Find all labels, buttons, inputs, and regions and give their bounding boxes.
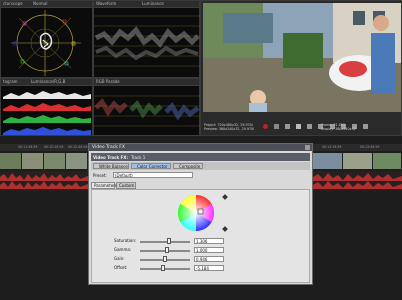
display-label: Display:: [321, 127, 335, 131]
pause-icon[interactable]: [307, 124, 313, 129]
video-track-fx-dialog: Video Track FX Video Track FX: Track 1 W…: [88, 143, 313, 285]
tab-color-corrector[interactable]: Color Corrector: [131, 163, 171, 169]
timecode-left-3: 00:12:49:29: [68, 145, 88, 149]
param-value: 1.000: [196, 248, 208, 253]
video-preview-panel: Project: 720x480x32, 29.970i Preview: 36…: [200, 0, 402, 136]
next-frame-icon[interactable]: [362, 124, 368, 129]
video-thumbnail: [313, 153, 343, 169]
timecode-right-1: 00:13:19:29: [322, 145, 342, 149]
tab-parameters[interactable]: Parameters: [91, 182, 117, 189]
fx-tab-label: Color Corrector: [137, 164, 168, 169]
play-from-start-icon[interactable]: [285, 124, 291, 129]
slider-thumb[interactable]: [167, 238, 171, 244]
fx-chain-bar: Video Track FX: Track 1: [91, 153, 310, 161]
vectorscope-label: ctorscope: [3, 1, 23, 6]
param-row-offset: Offset: -5.184: [92, 264, 311, 272]
histogram-panel: togram Luminance/R,G,B: [0, 78, 93, 136]
fx-track-label: Video Track FX:: [93, 155, 128, 160]
histogram-header: togram Luminance/R,G,B: [1, 79, 92, 86]
video-thumbnail: [44, 153, 66, 169]
video-thumbnail: [22, 153, 44, 169]
loop-icon[interactable]: [274, 124, 280, 129]
slider-thumb[interactable]: [165, 247, 169, 253]
timecode-right-2: 00:13:49:29: [360, 145, 380, 149]
param-value: -5.184: [196, 266, 209, 271]
tab-custom[interactable]: Custom: [116, 182, 136, 189]
fx-tabs: White Balance Color Corrector Composite: [91, 162, 310, 170]
slider-thumb[interactable]: [163, 256, 167, 262]
param-value: 1.306: [196, 239, 208, 244]
param-row-gain: Gain: 0.946: [92, 255, 311, 263]
saturation-field[interactable]: 1.306: [194, 238, 224, 244]
vectorscope-mode[interactable]: Normal: [33, 1, 47, 6]
preview-info: Project: 720x480x32, 29.970i Preview: 36…: [204, 123, 254, 131]
gain-slider[interactable]: [140, 256, 190, 262]
rgb-parade-label: RGB Parade: [96, 79, 120, 84]
param-row-saturation: Saturation: 1.306: [92, 237, 311, 245]
preset-value: (Default): [115, 173, 133, 178]
rgb-parade-panel: RGB Parade: [93, 78, 200, 136]
video-preview-frame: [203, 3, 401, 112]
gamma-field[interactable]: 1.000: [194, 247, 224, 253]
histogram-label: togram: [3, 79, 18, 84]
gamma-slider[interactable]: [140, 247, 190, 253]
histogram-mode[interactable]: Luminance/R,G,B: [31, 79, 65, 84]
tab-composite[interactable]: Composite: [173, 163, 203, 169]
gain-field[interactable]: 0.946: [194, 256, 224, 262]
frame-info: Frame: 21,053 Display: 360x240x32: [321, 123, 356, 131]
video-thumbnail: [66, 153, 88, 169]
offset-field[interactable]: -5.184: [194, 265, 224, 271]
play-icon[interactable]: [296, 124, 302, 129]
fx-track-name: Track 1: [131, 155, 146, 160]
histogram-graph: [3, 91, 91, 135]
param-value: 0.946: [196, 257, 208, 262]
preset-label: Preset:: [93, 173, 107, 178]
video-thumbnail: [373, 153, 402, 169]
eyedropper-icon[interactable]: [222, 194, 228, 200]
waveform-label: Waveform: [96, 1, 117, 6]
saturation-slider[interactable]: [140, 238, 190, 244]
close-icon[interactable]: [305, 145, 310, 150]
slider-thumb[interactable]: [161, 265, 165, 271]
param-name: Offset:: [114, 265, 128, 270]
vectorscope-panel: ctorscope Normal: [0, 0, 93, 78]
dialog-title: Video Track FX: [92, 145, 125, 150]
param-name: Saturation:: [114, 238, 137, 243]
waveform-header: Waveform Luminance: [94, 1, 199, 8]
param-row-gamma: Gamma: 1.000: [92, 246, 311, 254]
parameters-area: Saturation: 1.306 Gamma: 1.000 Gain: 0.9: [91, 189, 310, 283]
parameter-tabs: Parameters Custom: [91, 182, 310, 189]
preview-label: Preview:: [204, 127, 218, 131]
waveform-mode[interactable]: Luminance: [142, 1, 164, 6]
timecode-left-1: 00:11:49:29: [18, 145, 38, 149]
subtab-label: Custom: [119, 183, 135, 188]
vectorscope-header: ctorscope Normal: [1, 1, 92, 8]
param-name: Gain:: [114, 256, 125, 261]
color-wheel[interactable]: [176, 193, 216, 233]
waveform-panel: Waveform Luminance: [93, 0, 200, 78]
eyedropper-icon[interactable]: [222, 226, 228, 232]
record-icon[interactable]: [263, 124, 268, 129]
rgb-parade-header: RGB Parade: [94, 79, 199, 86]
preset-dropdown[interactable]: (Default): [113, 172, 193, 178]
fx-tab-label: Composite: [179, 164, 201, 169]
fx-tab-label: White Balance: [99, 164, 128, 169]
vectorscope-graph: [11, 10, 81, 76]
preset-row: Preset: (Default): [91, 172, 310, 180]
offset-slider[interactable]: [140, 265, 190, 271]
video-thumbnail: [0, 153, 22, 169]
waveform-graph: [94, 15, 200, 67]
param-name: Gamma:: [114, 247, 132, 252]
subtab-label: Parameters: [94, 183, 117, 188]
rgb-parade-graph: [94, 95, 200, 127]
timecode-left-2: 00:12:19:29: [44, 145, 64, 149]
display-value: 360x240x32: [335, 127, 356, 131]
video-thumbnail: [343, 153, 373, 169]
transport-controls: [263, 114, 369, 129]
preview-value: 360x240x32, 29.970i: [218, 127, 255, 131]
tab-white-balance[interactable]: White Balance: [93, 163, 129, 169]
dialog-titlebar[interactable]: Video Track FX: [89, 144, 312, 151]
